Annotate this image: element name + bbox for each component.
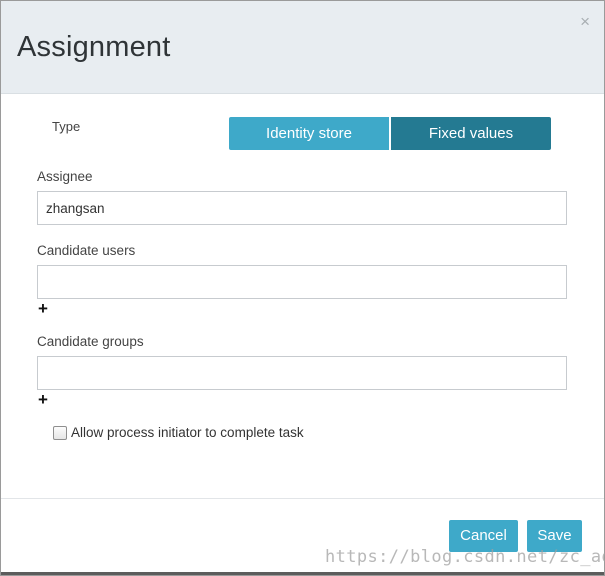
candidate-groups-label: Candidate groups (37, 334, 144, 349)
add-candidate-user-icon[interactable]: + (38, 300, 48, 317)
allow-initiator-checkbox[interactable] (53, 426, 67, 440)
assignee-label: Assignee (37, 169, 93, 184)
fixed-values-button[interactable]: Fixed values (391, 117, 551, 150)
candidate-groups-input[interactable] (37, 356, 567, 390)
candidate-users-input[interactable] (37, 265, 567, 299)
identity-store-button[interactable]: Identity store (229, 117, 389, 150)
dialog-header: Assignment × (1, 1, 604, 94)
add-candidate-group-icon[interactable]: + (38, 391, 48, 408)
assignee-input[interactable] (37, 191, 567, 225)
candidate-users-label: Candidate users (37, 243, 136, 258)
allow-initiator-label[interactable]: Allow process initiator to complete task (71, 425, 304, 440)
type-label: Type (52, 119, 81, 134)
dialog-title: Assignment (17, 31, 171, 63)
watermark: https://blog.csdn.net/zc_ad (325, 547, 605, 567)
footer-divider (1, 498, 604, 499)
window-bottom-edge (1, 572, 604, 575)
assignment-dialog: Assignment × Type Identity store Fixed v… (0, 0, 605, 576)
close-icon[interactable]: × (580, 13, 590, 30)
